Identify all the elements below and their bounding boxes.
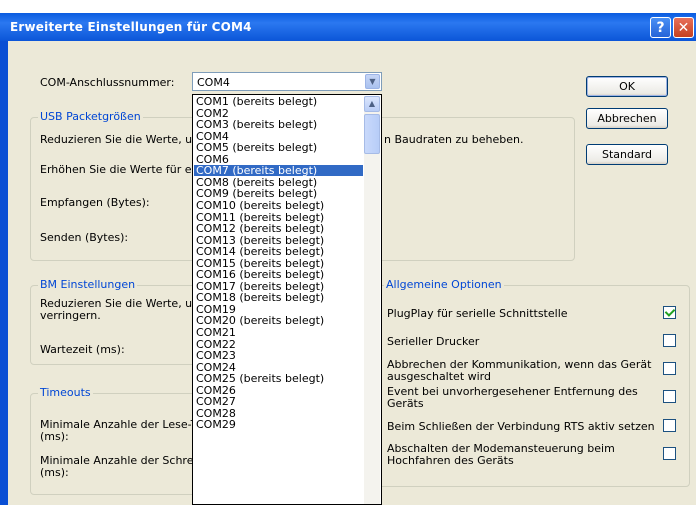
com-port-option[interactable]: COM16 (bereits belegt) xyxy=(194,269,363,280)
option-label-serial-printer: Serieller Drucker xyxy=(387,335,480,348)
default-button[interactable]: Standard xyxy=(586,144,668,165)
option-label-surprise-removal-line1: Event bei unvorhergesehener Entfernung d… xyxy=(387,385,638,398)
com-port-option[interactable]: COM13 (bereits belegt) xyxy=(194,235,363,246)
com-port-option[interactable]: COM26 xyxy=(194,385,363,396)
ok-button[interactable]: OK xyxy=(586,76,668,97)
com-port-option[interactable]: COM4 xyxy=(194,131,363,142)
checkbox-cancel-comm[interactable] xyxy=(663,362,676,375)
cancel-button[interactable]: Abbrechen xyxy=(586,108,668,129)
write-timeout-label-line2: (ms): xyxy=(40,466,69,479)
com-port-option[interactable]: COM11 (bereits belegt) xyxy=(194,212,363,223)
title-bar: Erweiterte Einstellungen für COM4 ? ✕ xyxy=(0,13,696,41)
com-port-option[interactable]: COM17 (bereits belegt) xyxy=(194,281,363,292)
bm-group-title: BM Einstellungen xyxy=(38,278,138,291)
com-port-option[interactable]: COM3 (bereits belegt) xyxy=(194,119,363,130)
com-port-option[interactable]: COM24 xyxy=(194,362,363,373)
receive-bytes-label: Empfangen (Bytes): xyxy=(40,196,150,209)
usb-description-continued: n Baudraten zu beheben. xyxy=(384,133,524,146)
com-port-option[interactable]: COM8 (bereits belegt) xyxy=(194,177,363,188)
latency-label: Wartezeit (ms): xyxy=(40,343,125,356)
read-timeout-label-line2: (ms): xyxy=(40,430,69,443)
com-port-dropdown-list[interactable]: ▲ COM1 (bereits belegt) COM2 COM3 (bereits… xyxy=(192,94,382,505)
usb-description: Reduzieren Sie die Werte, un xyxy=(40,133,200,146)
com-port-option[interactable]: COM28 xyxy=(194,408,363,419)
dropdown-scrollbar[interactable]: ▲ xyxy=(364,96,380,504)
com-port-option[interactable]: COM18 (bereits belegt) xyxy=(194,292,363,303)
com-port-option[interactable]: COM15 (bereits belegt) xyxy=(194,258,363,269)
com-port-option[interactable]: COM29 xyxy=(194,419,363,430)
com-port-option[interactable]: COM21 xyxy=(194,327,363,338)
com-port-option[interactable]: COM10 (bereits belegt) xyxy=(194,200,363,211)
com-port-option[interactable]: COM2 xyxy=(194,108,363,119)
timeouts-group-title: Timeouts xyxy=(38,386,93,399)
usb-group-title: USB Packetgrößen xyxy=(38,110,143,123)
chevron-down-icon[interactable]: ▼ xyxy=(365,74,380,89)
checkbox-surprise-removal[interactable] xyxy=(663,390,676,403)
com-port-label: COM-Anschlussnummer: xyxy=(40,76,175,89)
com-port-option[interactable]: COM1 (bereits belegt) xyxy=(194,96,363,107)
scroll-up-arrow-icon[interactable]: ▲ xyxy=(364,96,380,112)
option-label-rts-on-close: Beim Schließen der Verbindung RTS aktiv … xyxy=(387,420,655,433)
com-port-option[interactable]: COM5 (bereits belegt) xyxy=(194,142,363,153)
com-port-option[interactable]: COM7 (bereits belegt) xyxy=(194,165,363,177)
com-port-option[interactable]: COM12 (bereits belegt) xyxy=(194,223,363,234)
window-title: Erweiterte Einstellungen für COM4 xyxy=(10,20,252,34)
help-button[interactable]: ? xyxy=(650,17,671,38)
com-port-value: COM4 xyxy=(197,76,230,89)
com-port-select[interactable]: COM4 ▼ xyxy=(192,72,382,91)
general-options-title: Allgemeine Optionen xyxy=(384,278,504,291)
com-port-option[interactable]: COM19 xyxy=(194,304,363,315)
close-button[interactable]: ✕ xyxy=(673,17,694,38)
com-port-option[interactable]: COM14 (bereits belegt) xyxy=(194,246,363,257)
scrollbar-thumb[interactable] xyxy=(364,114,380,154)
option-label-disable-modem-line2: Hochfahren des Geräts xyxy=(387,454,514,467)
checkbox-disable-modem[interactable] xyxy=(663,447,676,460)
checkbox-rts-on-close[interactable] xyxy=(663,419,676,432)
checkbox-plugplay[interactable] xyxy=(663,306,676,319)
com-port-option[interactable]: COM25 (bereits belegt) xyxy=(194,373,363,384)
timeouts-group xyxy=(30,393,212,495)
option-label-cancel-comm-line2: ausgeschaltet wird xyxy=(387,370,491,383)
send-bytes-label: Senden (Bytes): xyxy=(40,231,129,244)
option-label-surprise-removal-line2: Geräts xyxy=(387,397,424,410)
checkbox-serial-printer[interactable] xyxy=(663,334,676,347)
com-port-option[interactable]: COM20 (bereits belegt) xyxy=(194,315,363,326)
com-port-option[interactable]: COM27 xyxy=(194,396,363,407)
window-frame-left xyxy=(0,41,8,505)
com-port-option[interactable]: COM9 (bereits belegt) xyxy=(194,188,363,199)
com-port-option[interactable]: COM23 xyxy=(194,350,363,361)
bm-description-line2: verringern. xyxy=(40,309,101,322)
com-port-option[interactable]: COM22 xyxy=(194,339,363,350)
com-port-option[interactable]: COM6 xyxy=(194,154,363,165)
usb-increase-hint: Erhöhen Sie die Werte für ei xyxy=(40,163,195,176)
option-label-plugplay: PlugPlay für serielle Schnittstelle xyxy=(387,307,568,320)
